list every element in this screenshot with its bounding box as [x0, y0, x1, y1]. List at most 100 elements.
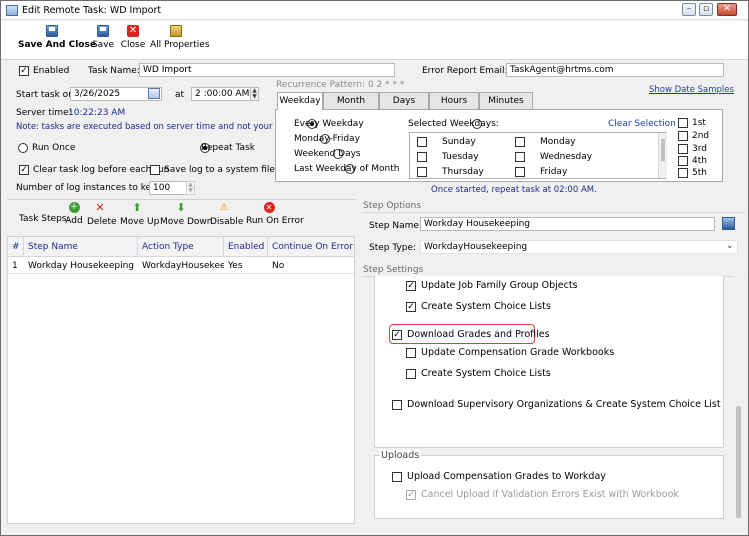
- repeat-task-label: Repeat Task: [201, 143, 255, 153]
- arrow-down-icon: ⬇: [176, 201, 186, 214]
- friday-checkbox[interactable]: [515, 167, 525, 177]
- save-step-icon[interactable]: [722, 217, 735, 230]
- tab-days[interactable]: Days: [379, 92, 429, 109]
- properties-icon: [170, 25, 182, 37]
- setting-update-comp-workbooks[interactable]: Update Compensation Grade Workbooks: [406, 347, 614, 358]
- ordinal-4th-checkbox[interactable]: [678, 156, 688, 166]
- download-supervisory-checkbox[interactable]: [392, 399, 402, 410]
- column-header-number[interactable]: #: [8, 237, 24, 257]
- update-comp-workbooks-checkbox[interactable]: [406, 347, 416, 358]
- add-icon: +: [68, 202, 80, 213]
- ordinal-5th-checkbox[interactable]: [678, 168, 688, 178]
- run-once-label: Run Once: [32, 143, 76, 153]
- save-button[interactable]: Save: [91, 25, 115, 50]
- save-and-close-button[interactable]: Save And Close: [18, 25, 96, 50]
- sunday-checkbox[interactable]: [417, 137, 427, 147]
- tuesday-checkbox[interactable]: [417, 152, 427, 162]
- friday-label: Friday: [540, 167, 568, 177]
- ordinal-3rd-checkbox[interactable]: [678, 144, 688, 154]
- all-properties-button[interactable]: All Properties: [150, 25, 210, 50]
- start-time-input[interactable]: 2 :00:00 AM: [191, 87, 259, 101]
- table-row[interactable]: 1 Workday Housekeeping WorkdayHousekeepi…: [8, 258, 354, 274]
- setting-create-choice-lists-2[interactable]: Create System Choice Lists: [406, 368, 551, 379]
- tab-minutes[interactable]: Minutes: [479, 92, 533, 109]
- settings-scrollbar[interactable]: [734, 276, 744, 521]
- weekday-list-scroll-thumb[interactable]: [661, 139, 665, 161]
- ordinal-2nd-checkbox[interactable]: [678, 131, 688, 141]
- update-job-family-checkbox[interactable]: ✓: [406, 280, 416, 291]
- task-name-input[interactable]: WD Import: [139, 63, 395, 77]
- setting-download-grades[interactable]: ✓ Download Grades and Profiles: [392, 329, 550, 340]
- move-up-button[interactable]: ⬆ Move Up: [120, 202, 159, 227]
- upload-comp-grades-checkbox[interactable]: [392, 471, 402, 482]
- report-email-input[interactable]: TaskAgent@hrtms.com: [506, 63, 724, 77]
- task-name-label: Task Name:: [88, 66, 140, 76]
- thursday-label: Thursday: [442, 167, 484, 177]
- tab-weekday[interactable]: Weekday: [277, 92, 323, 110]
- every-weekday-label: Every Weekday: [294, 119, 364, 129]
- edit-remote-task-window: Edit Remote Task: WD Import – ▫ ✕ Save A…: [0, 0, 749, 536]
- tab-month[interactable]: Month: [323, 92, 379, 109]
- calendar-icon[interactable]: [148, 88, 160, 99]
- step-options-divider: [362, 212, 745, 213]
- weekend-days-label: Weekend Days: [294, 149, 361, 159]
- step-type-select[interactable]: WorkdayHousekeeping: [420, 240, 738, 254]
- add-step-button[interactable]: + Add: [65, 202, 83, 226]
- monday-label: Monday: [540, 137, 576, 147]
- delete-icon: ✕: [95, 201, 105, 214]
- ordinal-1st-checkbox[interactable]: [678, 118, 688, 128]
- setting-download-supervisory[interactable]: Download Supervisory Organizations & Cre…: [392, 399, 721, 410]
- thursday-checkbox[interactable]: [417, 167, 427, 177]
- steps-grid: [7, 236, 355, 524]
- step-name-input[interactable]: Workday Housekeeping: [420, 217, 715, 231]
- uploads-title: Uploads: [379, 450, 422, 461]
- enabled-checkbox[interactable]: ✓: [19, 66, 29, 76]
- step-options-section-label: Step Options: [363, 201, 422, 211]
- column-header-step-name[interactable]: Step Name: [24, 237, 138, 257]
- create-choice-lists-2-checkbox[interactable]: [406, 368, 416, 379]
- close-window-icon[interactable]: ✕: [717, 3, 737, 16]
- move-down-button[interactable]: ⬇ Move Down: [160, 201, 213, 227]
- at-label: at: [175, 90, 185, 100]
- selected-weekdays-label: Selected Weekdays:: [408, 119, 499, 129]
- save-log-checkbox[interactable]: [150, 165, 160, 175]
- clear-log-checkbox[interactable]: ✓: [19, 165, 29, 175]
- tab-hours[interactable]: Hours: [429, 92, 479, 109]
- run-on-error-button[interactable]: ✕ Run On Error: [246, 202, 304, 226]
- close-icon: ✕: [127, 25, 139, 37]
- column-header-action-type[interactable]: Action Type: [138, 237, 224, 257]
- disable-step-button[interactable]: ⚠ Disable: [210, 202, 243, 227]
- settings-scroll-thumb[interactable]: [736, 406, 741, 518]
- monday-checkbox[interactable]: [515, 137, 525, 147]
- download-grades-checkbox[interactable]: ✓: [392, 329, 402, 340]
- minimize-icon[interactable]: –: [682, 3, 696, 16]
- step-type-label: Step Type:: [369, 243, 417, 253]
- step-settings-section-label: Step Settings: [363, 265, 424, 275]
- error-icon: ✕: [263, 202, 275, 213]
- chevron-down-icon[interactable]: ⌄: [726, 241, 734, 251]
- continue-on-error-cell: No: [272, 261, 285, 271]
- delete-step-button[interactable]: ✕ Delete: [87, 201, 117, 227]
- clear-selection-link[interactable]: Clear Selection: [608, 119, 676, 129]
- task-steps-label: Task Steps:: [19, 214, 70, 224]
- create-choice-lists-1-checkbox[interactable]: ✓: [406, 301, 416, 312]
- step-name-cell: Workday Housekeeping: [28, 261, 135, 271]
- run-once-radio[interactable]: [18, 143, 28, 153]
- close-button[interactable]: ✕ Close: [120, 25, 146, 50]
- steps-grid-header: # Step Name Action Type Enabled Continue…: [8, 237, 354, 257]
- time-spinner-icon[interactable]: ▲ ▼: [250, 87, 259, 101]
- report-email-label: Error Report Email:: [422, 66, 508, 76]
- last-weekday-label: Last Weekday of Month: [294, 164, 400, 174]
- weekday-list-scrollbar[interactable]: [658, 133, 667, 178]
- setting-upload-comp-grades[interactable]: Upload Compensation Grades to Workday: [392, 471, 606, 482]
- setting-update-job-family[interactable]: ✓ Update Job Family Group Objects: [406, 280, 578, 291]
- column-header-continue-on-error[interactable]: Continue On Error: [268, 237, 354, 257]
- maximize-icon[interactable]: ▫: [699, 3, 713, 16]
- log-spinner-icon[interactable]: ▲ ▼: [186, 181, 195, 195]
- recurrence-summary: Once started, repeat task at 02:00 AM.: [431, 185, 597, 195]
- column-header-enabled[interactable]: Enabled: [224, 237, 268, 257]
- weekday-list: Sunday Tuesday Thursday Monday Wednesday…: [409, 132, 667, 179]
- step-name-label: Step Name:: [369, 221, 422, 231]
- wednesday-checkbox[interactable]: [515, 152, 525, 162]
- setting-create-choice-lists-1[interactable]: ✓ Create System Choice Lists: [406, 301, 551, 312]
